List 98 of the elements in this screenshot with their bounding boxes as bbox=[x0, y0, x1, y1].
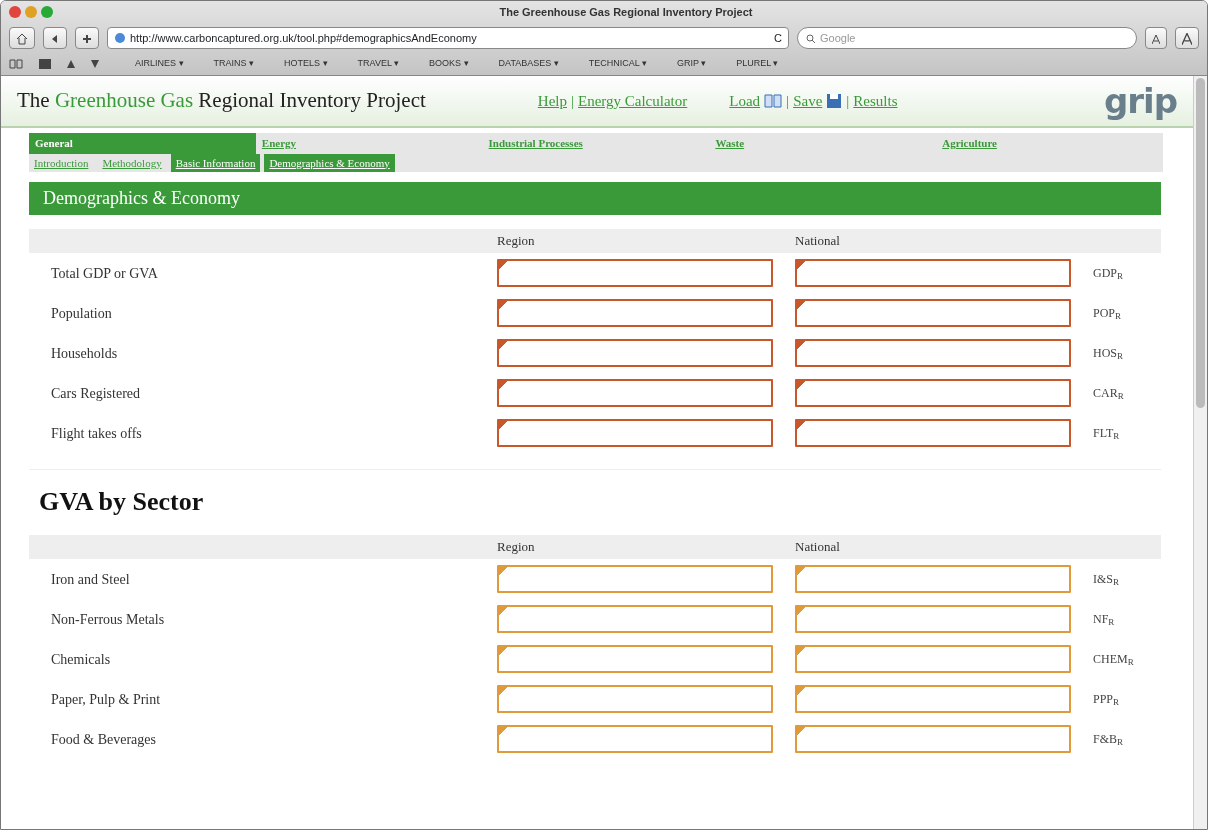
search-field[interactable]: Google bbox=[797, 27, 1137, 49]
bookmark-menu[interactable]: AIRLINES ▾ bbox=[135, 57, 184, 71]
row-label: Paper, Pulp & Print bbox=[50, 690, 162, 709]
bookmark-menu[interactable]: PLUREL ▾ bbox=[736, 57, 779, 71]
column-header: Region bbox=[497, 232, 536, 251]
address-field[interactable]: http://www.carboncaptured.org.uk/tool.php#demographicsAndEconomy C bbox=[107, 27, 789, 49]
input-field[interactable] bbox=[497, 605, 773, 633]
column-header: National bbox=[795, 232, 841, 251]
home-button[interactable] bbox=[9, 27, 35, 49]
variable-code: CHEM$_{R}$ bbox=[1093, 651, 1134, 668]
row-label: Households bbox=[50, 344, 119, 363]
variable-code: CAR$_{R}$ bbox=[1093, 385, 1124, 402]
input-field[interactable] bbox=[795, 259, 1071, 287]
subsection-tab[interactable]: Basic Information bbox=[170, 153, 261, 172]
bookmark-menu[interactable]: HOTELS ▾ bbox=[284, 57, 328, 71]
category-tab[interactable]: Energy bbox=[255, 133, 483, 154]
row-label: Non-Ferrous Metals bbox=[50, 610, 166, 629]
column-header: Region bbox=[497, 538, 536, 557]
separator: | bbox=[571, 91, 574, 111]
category-tab[interactable]: Waste bbox=[709, 133, 937, 154]
category-tab[interactable]: General bbox=[29, 133, 256, 154]
text-smaller-button[interactable] bbox=[1145, 27, 1167, 49]
header-link[interactable]: Energy Calculator bbox=[578, 89, 688, 113]
input-field[interactable] bbox=[795, 419, 1071, 447]
subsection-tab[interactable]: Methodology bbox=[97, 153, 167, 172]
input-field[interactable] bbox=[795, 339, 1071, 367]
book-icon[interactable] bbox=[9, 59, 23, 69]
row-label: Total GDP or GVA bbox=[50, 264, 159, 283]
bookmark-menu[interactable]: TRAVEL ▾ bbox=[357, 57, 400, 71]
subsection-tab[interactable]: Demographics & Economy bbox=[264, 153, 395, 172]
bookmark-menu[interactable]: BOOKS ▾ bbox=[429, 57, 469, 71]
variable-code: POP$_{R}$ bbox=[1093, 305, 1122, 322]
variable-code: GDP$_{R}$ bbox=[1093, 265, 1124, 282]
variable-code: I&S$_{R}$ bbox=[1093, 571, 1120, 588]
url-text: http://www.carboncaptured.org.uk/tool.php#demographicsAndEconomy bbox=[130, 31, 478, 46]
add-button[interactable] bbox=[75, 27, 99, 49]
row-label: Food & Beverages bbox=[50, 730, 157, 749]
logo: grip bbox=[1103, 84, 1177, 118]
zoom-icon[interactable] bbox=[41, 6, 53, 18]
bookmark-menu[interactable]: TECHNICAL ▾ bbox=[588, 57, 647, 71]
input-field[interactable] bbox=[497, 725, 773, 753]
back-icon bbox=[50, 34, 60, 45]
input-field[interactable] bbox=[497, 379, 773, 407]
input-field[interactable] bbox=[497, 339, 773, 367]
back-button[interactable] bbox=[43, 27, 67, 49]
home-icon bbox=[16, 33, 28, 46]
input-field[interactable] bbox=[497, 419, 773, 447]
search-icon bbox=[806, 34, 816, 45]
input-field[interactable] bbox=[497, 685, 773, 713]
input-field[interactable] bbox=[795, 605, 1071, 633]
variable-code: HOS$_{R}$ bbox=[1093, 345, 1124, 362]
subsection-tab[interactable]: Introduction bbox=[29, 153, 94, 172]
section-banner: Demographics & Economy bbox=[29, 182, 1161, 215]
header-link[interactable]: Save bbox=[793, 89, 823, 113]
row-label: Iron and Steel bbox=[50, 570, 131, 589]
variable-code: NF$_{R}$ bbox=[1093, 611, 1115, 628]
input-field[interactable] bbox=[795, 379, 1071, 407]
site-title: The Greenhouse Gas Regional Inventory Project bbox=[17, 87, 426, 115]
bookmark-menu[interactable]: GRIP ▾ bbox=[676, 57, 707, 71]
variable-code: F&B$_{R}$ bbox=[1093, 731, 1124, 748]
row-label: Population bbox=[50, 304, 113, 323]
input-field[interactable] bbox=[497, 299, 773, 327]
input-field[interactable] bbox=[497, 565, 773, 593]
row-label: Cars Registered bbox=[50, 384, 142, 403]
plus-icon bbox=[82, 34, 92, 45]
text-larger-button[interactable] bbox=[1175, 27, 1199, 49]
letter-icon bbox=[1152, 34, 1160, 44]
up-arrow-icon[interactable] bbox=[67, 60, 75, 68]
letter-icon bbox=[1182, 33, 1192, 46]
close-icon[interactable] bbox=[9, 6, 21, 18]
scrollbar[interactable] bbox=[1193, 76, 1207, 829]
row-label: Flight takes offs bbox=[50, 424, 143, 443]
variable-code: PPP$_{R}$ bbox=[1093, 691, 1120, 708]
separator: | bbox=[846, 91, 850, 111]
column-header: National bbox=[795, 538, 841, 557]
search-placeholder: Google bbox=[820, 32, 856, 44]
row-label: Chemicals bbox=[50, 650, 112, 669]
input-field[interactable] bbox=[497, 259, 773, 287]
book-icon[interactable] bbox=[764, 94, 783, 108]
bookmark-menu[interactable]: TRAINS ▾ bbox=[213, 57, 255, 71]
input-field[interactable] bbox=[795, 645, 1071, 673]
separator: | bbox=[786, 91, 790, 111]
window-title: The Greenhouse Gas Regional Inventory Project bbox=[498, 4, 754, 20]
variable-code: FLT$_{R}$ bbox=[1093, 425, 1120, 442]
reload-icon[interactable]: C bbox=[774, 28, 782, 48]
category-tab[interactable]: Industrial Processes bbox=[482, 133, 710, 154]
header-link[interactable]: Help bbox=[537, 89, 567, 113]
bookmark-menu[interactable]: DATABASES ▾ bbox=[498, 57, 559, 71]
input-field[interactable] bbox=[497, 645, 773, 673]
input-field[interactable] bbox=[795, 685, 1071, 713]
header-link[interactable]: Results bbox=[853, 89, 898, 113]
input-field[interactable] bbox=[795, 725, 1071, 753]
down-arrow-icon[interactable] bbox=[91, 60, 99, 68]
input-field[interactable] bbox=[795, 565, 1071, 593]
category-tab[interactable]: Agriculture bbox=[936, 133, 1163, 154]
header-link[interactable]: Load bbox=[729, 89, 761, 113]
globe-icon bbox=[114, 32, 126, 44]
input-field[interactable] bbox=[795, 299, 1071, 327]
